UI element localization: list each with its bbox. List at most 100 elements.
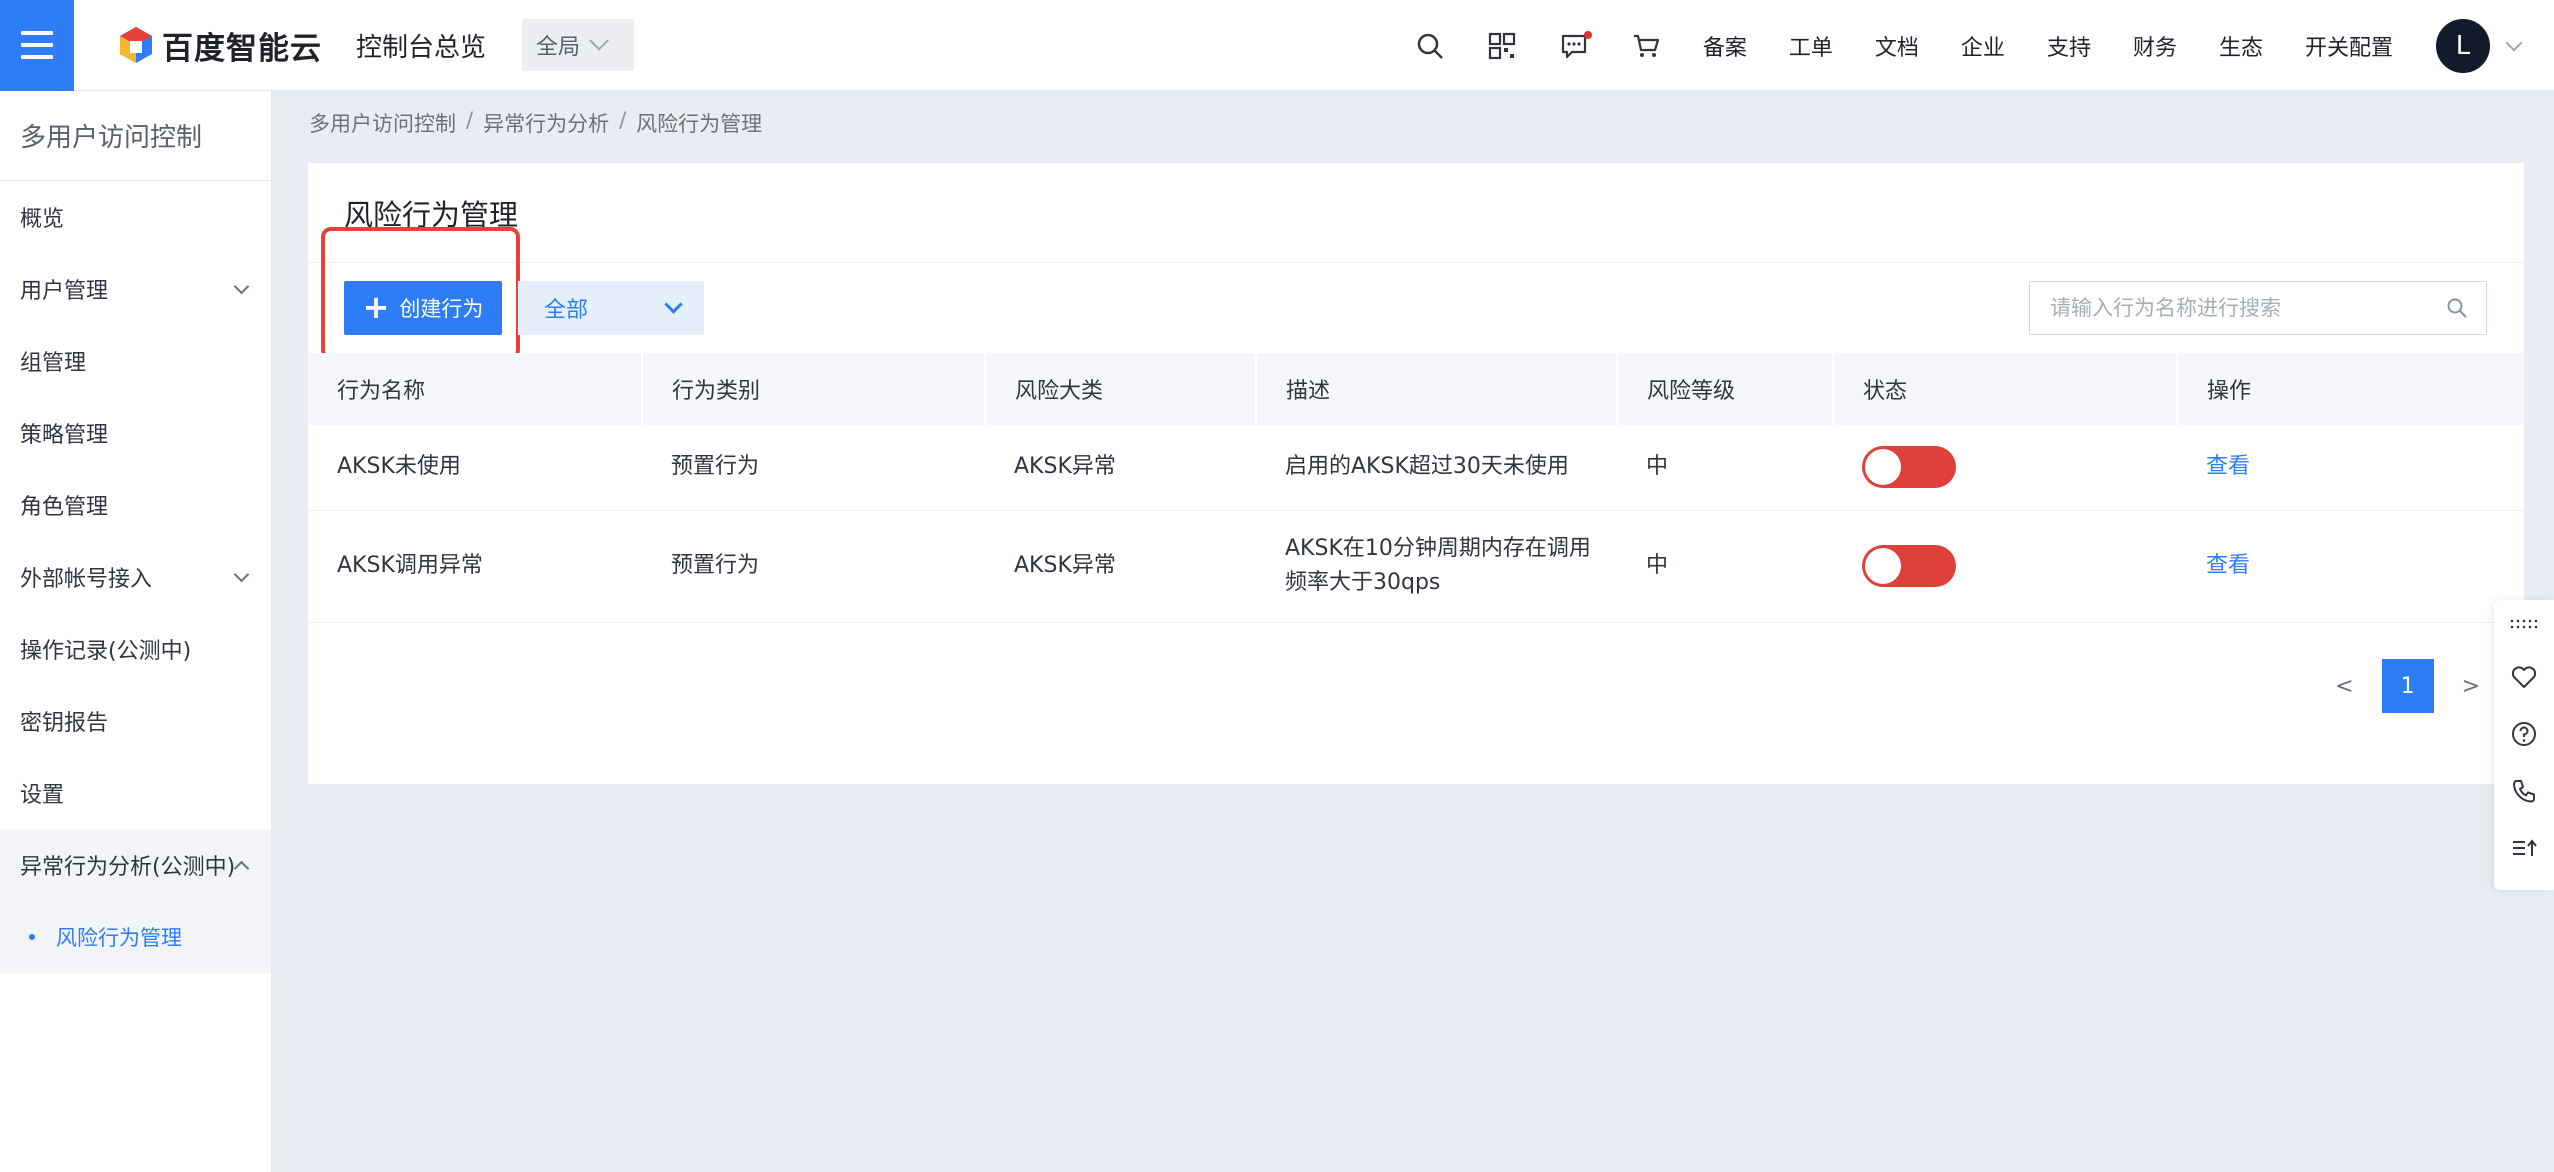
console-overview-link[interactable]: 控制台总览 (356, 27, 486, 64)
status-toggle[interactable] (1862, 446, 1956, 489)
list-up-icon (2513, 838, 2537, 856)
top-link-enterprise[interactable]: 企业 (1940, 30, 2026, 62)
column-header-category: 行为类别 (642, 353, 986, 425)
page-title: 风险行为管理 (308, 163, 2524, 263)
view-link[interactable]: 查看 (2206, 454, 2250, 479)
sidebar-item-label: 操作记录(公测中) (20, 639, 192, 664)
column-header-risk-class: 风险大类 (985, 353, 1257, 425)
sidebar-item-label: 策略管理 (20, 423, 109, 448)
breadcrumb-item[interactable]: 异常行为分析 (483, 108, 609, 138)
favorite-button[interactable] (2494, 648, 2554, 705)
pagination-prev-button[interactable]: < (2335, 674, 2353, 699)
sidebar: 多用户访问控制 概览 用户管理 组管理 策略管理 角色管理 外部帐号接入 操作记… (0, 91, 272, 1172)
floating-toolbar (2494, 600, 2554, 890)
column-header-actions: 操作 (2207, 379, 2252, 404)
cell-name: AKSK调用异常 (337, 553, 483, 578)
region-select[interactable]: 全局 (522, 19, 635, 71)
cell-name: AKSK未使用 (337, 454, 461, 480)
sidebar-item-groups[interactable]: 组管理 (0, 325, 271, 397)
sidebar-item-overview[interactable]: 概览 (0, 181, 271, 253)
logo-text: 百度智能云 (162, 30, 322, 67)
sidebar-item-label: 异常行为分析(公测中) (20, 855, 236, 880)
sidebar-item-roles[interactable]: 角色管理 (0, 469, 271, 541)
search-icon[interactable] (2446, 297, 2468, 319)
table-row: AKSK调用异常 预置行为 AKSK异常 AKSK在10分钟周期内存在调用频率大… (308, 510, 2524, 622)
search-field[interactable] (2029, 281, 2487, 335)
sidebar-item-operation-logs[interactable]: 操作记录(公测中) (0, 613, 271, 685)
sidebar-item-label: 概览 (20, 207, 65, 232)
cell-actions: 查看 (2177, 425, 2524, 510)
pagination-next-button[interactable]: > (2462, 674, 2480, 699)
shopping-cart-icon (1633, 34, 1659, 57)
pagination-page-current[interactable]: 1 (2381, 659, 2434, 713)
cell-risk-class: AKSK异常 (1014, 454, 1116, 480)
top-link-support[interactable]: 支持 (2026, 30, 2112, 62)
chevron-down-icon (233, 566, 250, 583)
help-button[interactable] (2494, 705, 2554, 762)
top-link-ecosystem[interactable]: 生态 (2198, 30, 2284, 62)
sidebar-item-label: 用户管理 (20, 279, 109, 304)
top-link-beian[interactable]: 备案 (1682, 30, 1768, 62)
chevron-down-icon (664, 295, 683, 314)
sidebar-title: 多用户访问控制 (0, 91, 271, 181)
sidebar-item-label: 组管理 (20, 351, 87, 376)
messages-button[interactable] (1538, 0, 1610, 91)
chevron-down-icon (233, 278, 250, 295)
breadcrumb-item-current: 风险行为管理 (636, 112, 763, 136)
search-input[interactable] (2050, 296, 2430, 320)
cell-category: 预置行为 (671, 454, 760, 480)
search-icon (1417, 33, 1443, 59)
cell-description: AKSK在10分钟周期内存在调用频率大于30qps (1285, 536, 1591, 595)
sidebar-item-settings[interactable]: 设置 (0, 757, 271, 829)
plus-icon: + (362, 287, 390, 326)
avatar[interactable]: L (2436, 18, 2490, 73)
qr-code-button[interactable] (1466, 0, 1538, 91)
sidebar-subitem-risk-behavior[interactable]: 风险行为管理 (0, 901, 271, 973)
cell-status (1833, 510, 2177, 622)
cell-risk-level: 中 (1646, 454, 1669, 480)
cart-button[interactable] (1610, 0, 1682, 91)
chevron-down-icon[interactable] (2505, 34, 2523, 51)
cell-status (1833, 425, 2177, 510)
sidebar-item-users[interactable]: 用户管理 (0, 253, 271, 325)
baidu-cloud-logo-icon (120, 27, 152, 63)
view-link[interactable]: 查看 (2206, 553, 2250, 578)
top-link-docs[interactable]: 文档 (1854, 30, 1940, 62)
breadcrumb-separator: / (466, 108, 474, 132)
status-toggle[interactable] (1862, 545, 1956, 587)
drag-handle-icon[interactable] (2494, 600, 2554, 648)
logo[interactable]: 百度智能云 (118, 0, 322, 91)
create-behavior-button[interactable]: + 创建行为 (344, 281, 502, 335)
region-value: 全局 (536, 35, 581, 60)
filter-value: 全部 (544, 298, 589, 323)
column-header-risk-level: 风险等级 (1617, 353, 1834, 425)
category-filter-select[interactable]: 全部 (518, 281, 704, 335)
table-row: AKSK未使用 预置行为 AKSK异常 启用的AKSK超过30天未使用 中 查看 (308, 425, 2524, 510)
top-link-ticket[interactable]: 工单 (1768, 30, 1854, 62)
cell-risk-level: 中 (1646, 553, 1669, 578)
sidebar-item-external-accounts[interactable]: 外部帐号接入 (0, 541, 271, 613)
top-link-finance[interactable]: 财务 (2112, 30, 2198, 62)
phone-icon (2513, 779, 2535, 802)
question-icon (2512, 721, 2536, 746)
sidebar-item-label: 外部帐号接入 (20, 567, 153, 592)
contact-button[interactable] (2494, 762, 2554, 819)
sidebar-item-anomaly-analysis[interactable]: 异常行为分析(公测中) (0, 829, 271, 901)
sidebar-item-policies[interactable]: 策略管理 (0, 397, 271, 469)
chevron-up-icon (233, 860, 250, 877)
sidebar-item-label: 密钥报告 (20, 711, 109, 736)
sidebar-item-label: 角色管理 (20, 495, 109, 520)
top-link-switch-config[interactable]: 开关配置 (2284, 30, 2414, 62)
risk-behavior-table: 行为名称 行为类别 风险大类 描述 风险等级 状态 操作 AKSK未使用 预置行… (308, 353, 2524, 623)
search-button[interactable] (1394, 0, 1466, 91)
sidebar-item-key-report[interactable]: 密钥报告 (0, 685, 271, 757)
breadcrumb: 多用户访问控制 / 异常行为分析 / 风险行为管理 (309, 108, 762, 138)
create-behavior-label: 创建行为 (399, 297, 484, 321)
breadcrumb-separator: / (619, 108, 627, 132)
hamburger-menu-button[interactable] (0, 0, 74, 91)
breadcrumb-item[interactable]: 多用户访问控制 (309, 108, 456, 138)
sidebar-item-label: 设置 (20, 783, 65, 808)
heart-icon (2511, 665, 2537, 688)
back-to-top-button[interactable] (2494, 819, 2554, 876)
top-bar: 百度智能云 控制台总览 全局 备案 工单 文档 企业 支持 财务 生态 开关配置… (0, 0, 2554, 91)
